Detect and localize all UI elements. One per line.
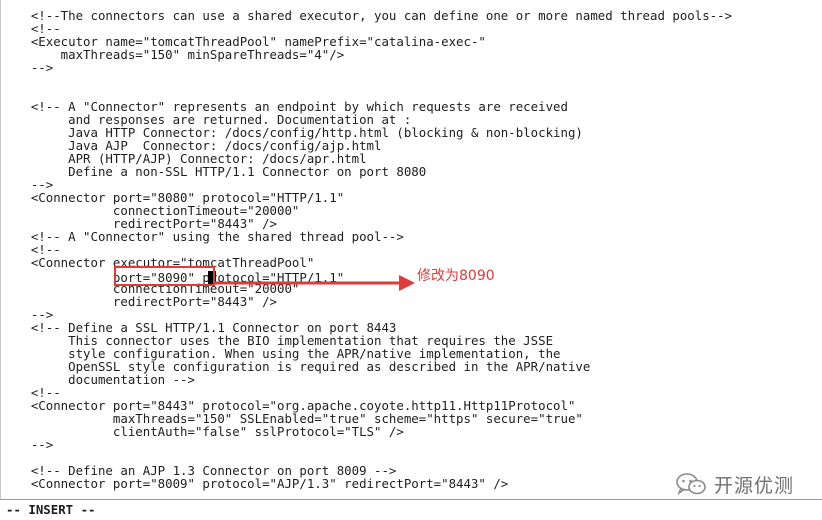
status-divider — [0, 499, 822, 500]
watermark-text: 开源优测 — [714, 474, 795, 497]
code-line: --> — [1, 437, 54, 452]
wechat-icon — [676, 473, 706, 496]
watermark: 开源优测 — [676, 470, 794, 498]
code-line: <!--The connectors can use a shared exec… — [1, 8, 733, 23]
code-line: --> — [1, 60, 54, 75]
annotation-label: 修改为8090 — [417, 268, 495, 284]
vim-mode-indicator: -- INSERT -- — [6, 502, 96, 517]
code-line: clientAuth="false" sslProtocol="TLS" /> — [1, 424, 404, 439]
code-line: Define a non-SSL HTTP/1.1 Connector on p… — [1, 164, 427, 179]
code-line: <!-- A "Connector" using the shared thre… — [1, 229, 404, 244]
annotation-arrow-icon — [215, 275, 415, 291]
vim-editor[interactable]: <!--The connectors can use a shared exec… — [0, 0, 822, 500]
highlight-box — [114, 266, 215, 286]
code-line: <Connector port="8009" protocol="AJP/1.3… — [1, 476, 509, 491]
